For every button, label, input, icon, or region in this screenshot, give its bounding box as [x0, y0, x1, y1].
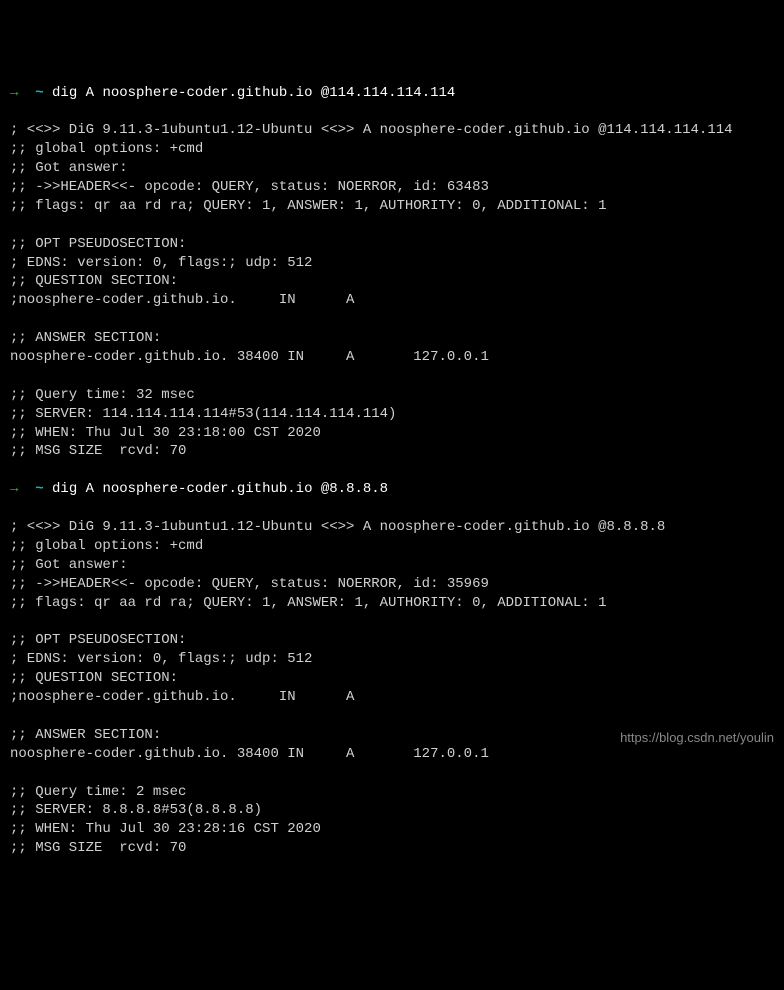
output-line: ;; MSG SIZE rcvd: 70 — [10, 840, 186, 856]
output-line: ;; OPT PSEUDOSECTION: — [10, 236, 186, 252]
output-line: ;; flags: qr aa rd ra; QUERY: 1, ANSWER:… — [10, 198, 607, 214]
output-line: ;; ->>HEADER<<- opcode: QUERY, status: N… — [10, 576, 489, 592]
output-line: ;; Got answer: — [10, 557, 128, 573]
output-line: ;; MSG SIZE rcvd: 70 — [10, 443, 186, 459]
output-line: ;; ANSWER SECTION: — [10, 330, 161, 346]
output-line: ;; ->>HEADER<<- opcode: QUERY, status: N… — [10, 179, 489, 195]
prompt-arrow-icon: → — [10, 481, 18, 497]
prompt-arrow-icon: → — [10, 85, 18, 101]
output-line: ; EDNS: version: 0, flags:; udp: 512 — [10, 651, 312, 667]
output-line: ;; global options: +cmd — [10, 538, 203, 554]
output-line: noosphere-coder.github.io. 38400 IN A 12… — [10, 746, 489, 762]
output-line: ;; global options: +cmd — [10, 141, 203, 157]
prompt-line-1: → ~ dig A noosphere-coder.github.io @114… — [10, 85, 455, 101]
prompt-path: ~ — [35, 481, 43, 497]
output-line: noosphere-coder.github.io. 38400 IN A 12… — [10, 349, 489, 365]
output-line: ;noosphere-coder.github.io. IN A — [10, 689, 354, 705]
output-line: ;; SERVER: 8.8.8.8#53(8.8.8.8) — [10, 802, 262, 818]
prompt-line-2: → ~ dig A noosphere-coder.github.io @8.8… — [10, 481, 388, 497]
output-line: ;; WHEN: Thu Jul 30 23:28:16 CST 2020 — [10, 821, 321, 837]
output-line: ;noosphere-coder.github.io. IN A — [10, 292, 354, 308]
output-line: ;; QUESTION SECTION: — [10, 670, 178, 686]
output-line: ;; QUESTION SECTION: — [10, 273, 178, 289]
output-line: ;; flags: qr aa rd ra; QUERY: 1, ANSWER:… — [10, 595, 607, 611]
command-text-1: dig A noosphere-coder.github.io @114.114… — [52, 85, 455, 101]
output-line: ;; WHEN: Thu Jul 30 23:18:00 CST 2020 — [10, 425, 321, 441]
output-line: ;; Query time: 2 msec — [10, 784, 186, 800]
output-line: ; EDNS: version: 0, flags:; udp: 512 — [10, 255, 312, 271]
output-line: ;; ANSWER SECTION: — [10, 727, 161, 743]
watermark-text: https://blog.csdn.net/youlin — [620, 729, 774, 747]
output-line: ;; SERVER: 114.114.114.114#53(114.114.11… — [10, 406, 396, 422]
output-line: ;; Got answer: — [10, 160, 128, 176]
prompt-path: ~ — [35, 85, 43, 101]
output-line: ;; OPT PSEUDOSECTION: — [10, 632, 186, 648]
output-line: ; <<>> DiG 9.11.3-1ubuntu1.12-Ubuntu <<>… — [10, 122, 733, 138]
output-line: ;; Query time: 32 msec — [10, 387, 195, 403]
command-text-2: dig A noosphere-coder.github.io @8.8.8.8 — [52, 481, 388, 497]
output-line: ; <<>> DiG 9.11.3-1ubuntu1.12-Ubuntu <<>… — [10, 519, 665, 535]
